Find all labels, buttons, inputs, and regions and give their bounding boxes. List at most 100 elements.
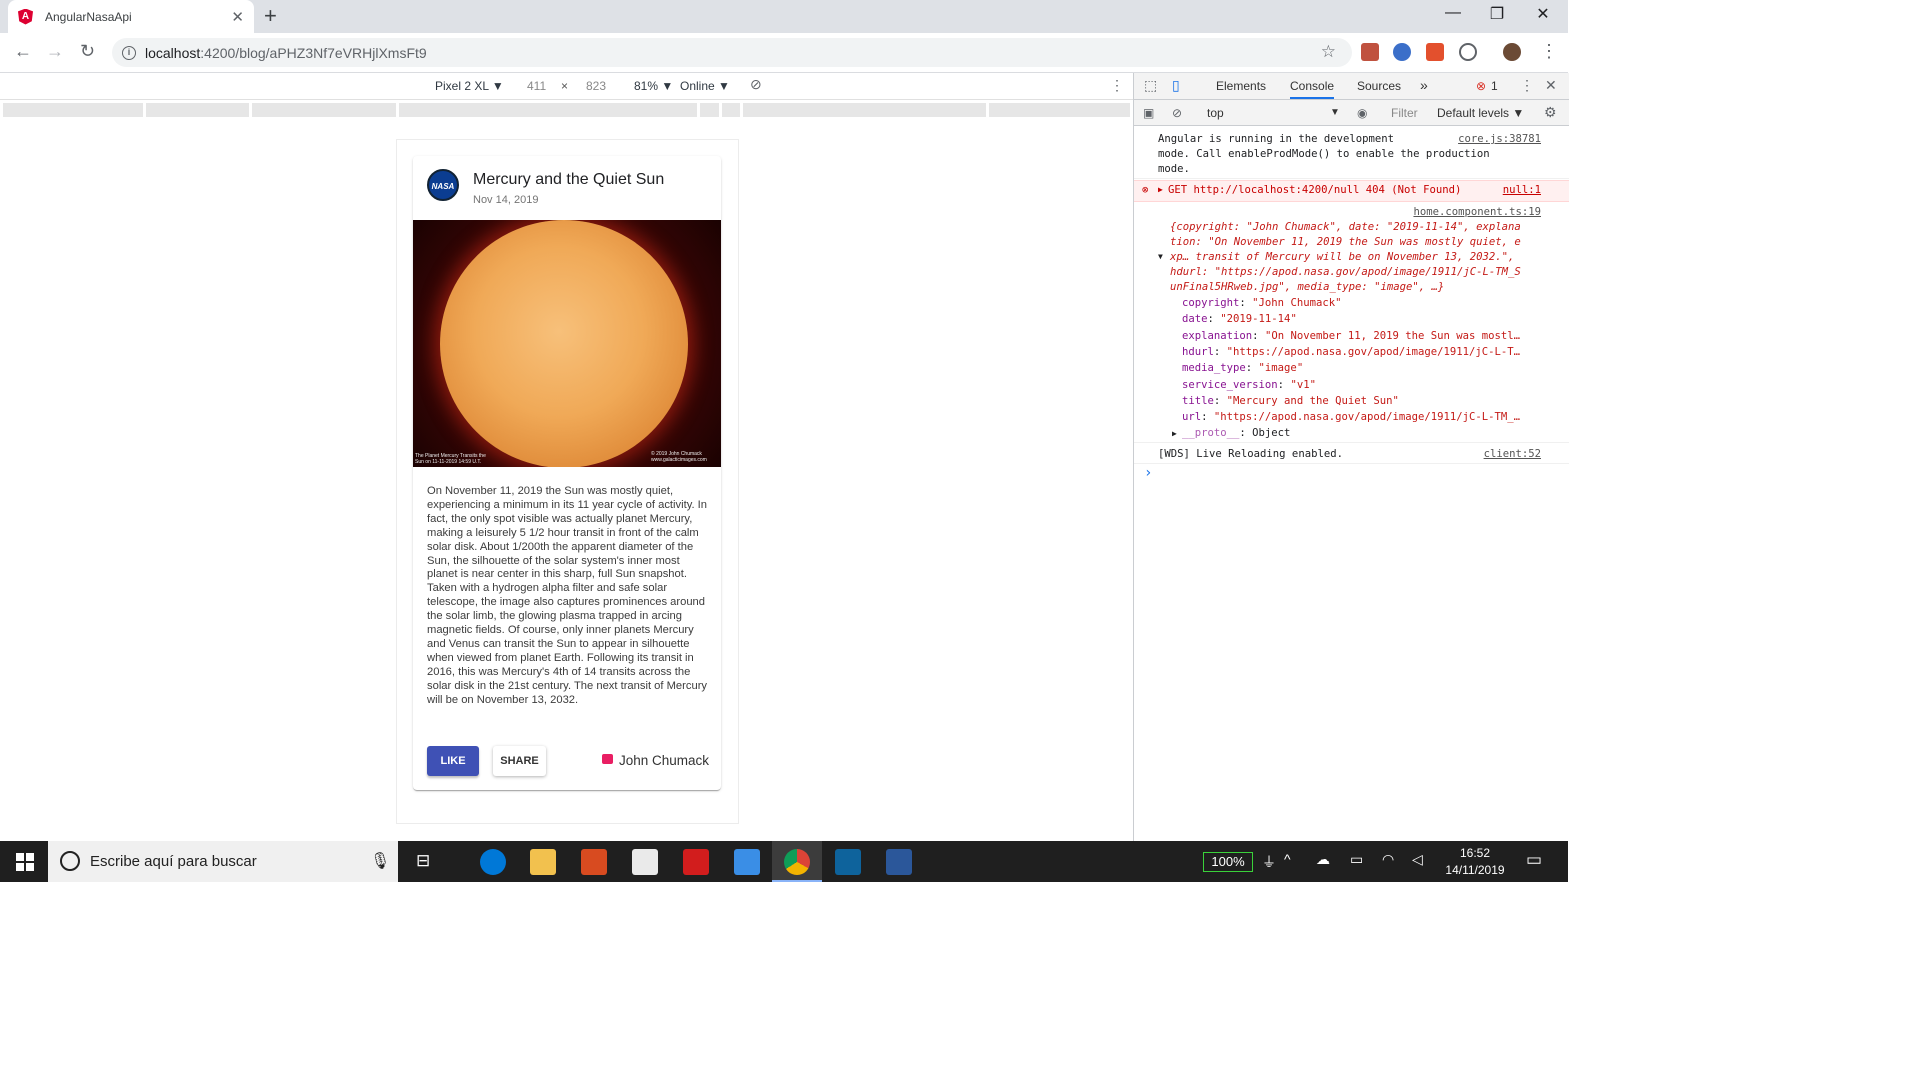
back-icon[interactable]: ← xyxy=(14,41,32,62)
edge-icon[interactable] xyxy=(480,849,506,875)
windows-start-icon[interactable] xyxy=(16,853,34,871)
devtools-close-icon[interactable]: ✕ xyxy=(1545,77,1557,94)
inspect-icon[interactable]: ⬚ xyxy=(1144,77,1157,94)
close-window-button[interactable]: ✕ xyxy=(1520,4,1566,24)
onedrive-icon[interactable]: ☁ xyxy=(1316,851,1330,868)
vscode-icon[interactable] xyxy=(835,849,861,875)
acrobat-icon[interactable] xyxy=(683,849,709,875)
image-caption-right: © 2019 John Chumack www.galacticimages.c… xyxy=(651,451,707,463)
powerpoint-icon[interactable] xyxy=(581,849,607,875)
console-error-row[interactable]: ⊗ ▶ GET http://localhost:4200/null 404 (… xyxy=(1134,180,1569,202)
property-key: date xyxy=(1182,313,1208,326)
levels-select[interactable]: Default levels ▼ xyxy=(1437,106,1524,120)
property-key: url xyxy=(1182,411,1202,424)
bookmark-star-icon[interactable]: ☆ xyxy=(1321,42,1336,62)
url-host: localhost xyxy=(145,44,201,61)
search-placeholder: Escribe aquí para buscar xyxy=(90,853,257,870)
chrome-taskbar-button[interactable] xyxy=(772,841,822,882)
property-value: "John Chumack" xyxy=(1252,297,1342,309)
zoom-select[interactable]: 81% ▼ xyxy=(634,79,673,93)
property-key: explanation xyxy=(1182,329,1253,342)
console-prompt[interactable]: › xyxy=(1144,466,1152,481)
error-icon[interactable]: ⊗ xyxy=(1476,79,1486,93)
device-height-input[interactable]: 823 xyxy=(586,79,606,93)
show-hidden-icons-icon[interactable]: ^ xyxy=(1284,851,1291,867)
taskbar-clock[interactable]: 16:52 14/11/2019 xyxy=(1440,845,1510,879)
devtools-menu-icon[interactable]: ⋮ xyxy=(1520,77,1534,94)
more-tabs-icon[interactable]: » xyxy=(1420,77,1428,93)
object-property-row: explanation: "On November 11, 2019 the S… xyxy=(1182,329,1521,342)
new-tab-button[interactable]: + xyxy=(264,4,277,28)
like-button[interactable]: LIKE xyxy=(427,746,479,776)
store-icon[interactable] xyxy=(734,849,760,875)
console-settings-gear-icon[interactable]: ⚙ xyxy=(1544,104,1557,121)
chrome-icon xyxy=(784,849,810,875)
source-link[interactable]: client:52 xyxy=(1484,447,1541,462)
property-key: media_type xyxy=(1182,362,1246,375)
cortana-icon[interactable] xyxy=(60,851,80,871)
reload-icon[interactable]: ↻ xyxy=(80,41,95,62)
device-width-input[interactable]: 411 xyxy=(527,79,546,93)
filter-input[interactable]: Filter xyxy=(1391,104,1431,122)
microphone-icon[interactable]: 🎙 xyxy=(370,851,390,871)
notifications-icon[interactable]: ▭ xyxy=(1526,850,1542,870)
error-count[interactable]: 1 xyxy=(1491,79,1498,93)
task-view-icon[interactable]: ⊟ xyxy=(416,851,430,871)
live-expression-eye-icon[interactable]: ◉ xyxy=(1357,106,1367,120)
network-select[interactable]: Online ▼ xyxy=(680,79,730,93)
battery-icon[interactable]: ▭ xyxy=(1350,851,1363,868)
proto-expand-icon[interactable]: ▶ xyxy=(1172,427,1177,442)
collapse-arrow-icon[interactable]: ▼ xyxy=(1158,250,1163,265)
browser-tab[interactable]: A AngularNasaApi ✕ xyxy=(8,0,254,33)
device-select[interactable]: Pixel 2 XL ▼ xyxy=(435,79,504,93)
object-property-row: media_type: "image" xyxy=(1182,362,1304,375)
copyright-text: John Chumack xyxy=(619,753,710,768)
minimize-button[interactable]: — xyxy=(1430,4,1476,22)
mail-icon[interactable] xyxy=(632,849,658,875)
close-tab-icon[interactable]: ✕ xyxy=(231,8,244,26)
device-more-icon[interactable]: ⋮ xyxy=(1110,77,1124,94)
expand-arrow-icon[interactable]: ▶ xyxy=(1158,183,1163,198)
source-link[interactable]: core.js:38781 xyxy=(1458,132,1541,147)
apod-card: NASA Mercury and the Quiet Sun Nov 14, 2… xyxy=(413,156,721,790)
extension-office-icon[interactable] xyxy=(1426,43,1444,61)
extension-pdf-icon[interactable] xyxy=(1361,43,1379,61)
context-select[interactable]: top xyxy=(1207,106,1224,120)
restore-button[interactable]: ❐ xyxy=(1474,4,1520,24)
share-button[interactable]: SHARE xyxy=(493,746,546,776)
console-object-log: home.component.ts:19 {copyright: "John C… xyxy=(1134,203,1569,443)
device-toolbar: Pixel 2 XL ▼ 411 × 823 81% ▼ Online ▼ ⊘ … xyxy=(0,73,1133,100)
taskbar-search[interactable]: Escribe aquí para buscar 🎙 xyxy=(48,841,398,882)
tab-sources[interactable]: Sources xyxy=(1357,79,1401,93)
sidebar-toggle-icon[interactable]: ▣ xyxy=(1143,106,1154,120)
clock-time: 16:52 xyxy=(1459,846,1491,860)
tab-elements[interactable]: Elements xyxy=(1216,79,1266,93)
extension-circle-icon[interactable] xyxy=(1459,43,1477,61)
rotate-icon[interactable]: ⊘ xyxy=(750,76,762,93)
media-query-ruler xyxy=(0,100,1133,120)
console-toolbar: ▣ ⊘ top ▼ ◉ Filter Default levels ▼ ⚙ xyxy=(1134,100,1569,126)
clear-console-icon[interactable]: ⊘ xyxy=(1172,106,1182,120)
extension-globe-icon[interactable] xyxy=(1393,43,1411,61)
plug-icon[interactable]: ⏚ xyxy=(1262,852,1276,872)
tab-console[interactable]: Console xyxy=(1290,79,1335,99)
property-key: hdurl xyxy=(1182,345,1214,358)
forward-icon[interactable]: → xyxy=(46,41,64,62)
device-toggle-icon[interactable]: ▯ xyxy=(1172,77,1180,94)
wifi-icon[interactable]: ◠ xyxy=(1382,851,1394,868)
chrome-menu-icon[interactable]: ⋮ xyxy=(1540,41,1558,62)
context-dropdown-icon[interactable]: ▼ xyxy=(1330,107,1340,118)
volume-icon[interactable]: ◁ xyxy=(1412,851,1423,868)
console-message-angular: Angular is running in the development mo… xyxy=(1134,132,1569,179)
word-icon[interactable] xyxy=(886,849,912,875)
info-icon[interactable]: i xyxy=(122,45,136,60)
tab-title: AngularNasaApi xyxy=(45,9,132,24)
battery-percent[interactable]: 100% xyxy=(1203,852,1253,872)
profile-avatar[interactable] xyxy=(1503,43,1521,61)
source-link[interactable]: home.component.ts:19 xyxy=(1413,205,1541,220)
console-message-wds: [WDS] Live Reloading enabled. client:52 xyxy=(1134,442,1569,464)
source-link[interactable]: null:1 xyxy=(1503,183,1541,198)
address-bar[interactable]: i localhost:4200/blog/aPHZ3Nf7eVRHjlXmsF… xyxy=(112,38,1352,67)
file-explorer-icon[interactable] xyxy=(530,849,556,875)
clock-date: 14/11/2019 xyxy=(1445,863,1505,877)
